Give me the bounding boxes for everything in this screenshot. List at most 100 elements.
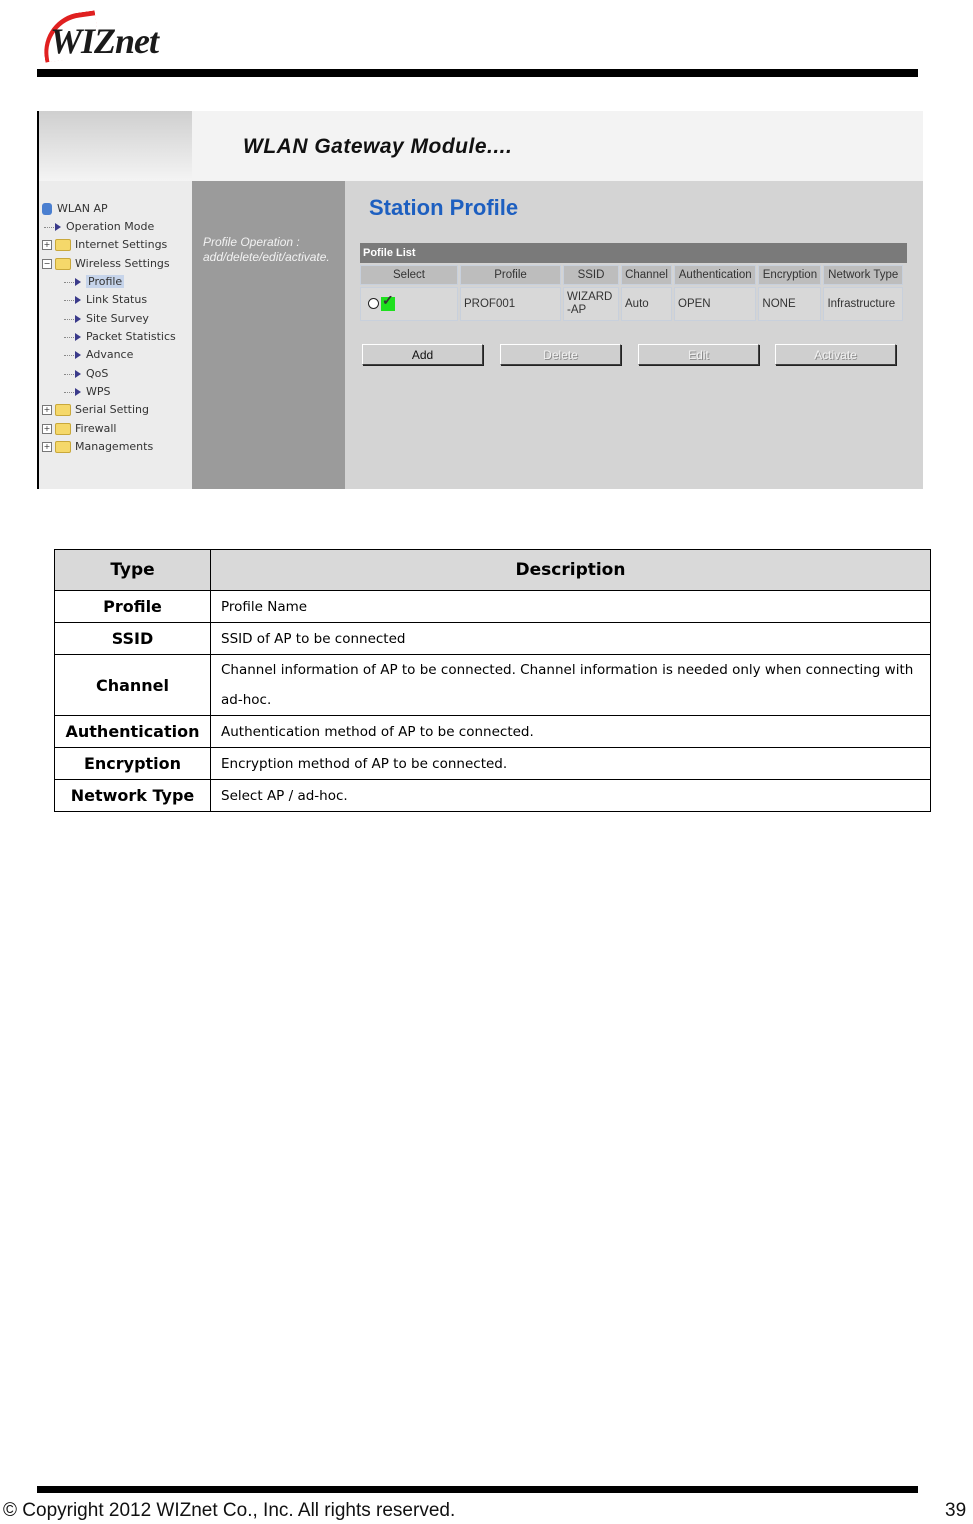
table-row[interactable]: PROF001 WIZARD-AP Auto OPEN NONE Infrast…	[360, 287, 903, 321]
col-ssid: SSID	[563, 265, 619, 285]
nav-item-advance[interactable]: Advance	[64, 347, 133, 363]
col-encryption: Encryption	[758, 265, 822, 285]
tree-root[interactable]: WLAN AP	[42, 201, 108, 217]
nav-item-wps[interactable]: WPS	[64, 384, 111, 400]
nav-item-managements[interactable]: + Managements	[42, 439, 153, 455]
nav-label: WPS	[86, 385, 111, 398]
desc-type: Authentication	[54, 715, 211, 748]
table-row: Encryption Encryption method of AP to be…	[54, 747, 931, 780]
col-select: Select	[360, 265, 458, 285]
expand-plus-icon[interactable]: +	[42, 442, 52, 452]
network-type-cell: Infrastructure	[823, 287, 903, 321]
desc-type: SSID	[54, 622, 211, 655]
nav-item-qos[interactable]: QoS	[64, 366, 108, 382]
table-row: Channel Channel information of AP to be …	[54, 654, 931, 716]
nav-item-site-survey[interactable]: Site Survey	[64, 311, 149, 327]
nav-label: Link Status	[86, 293, 148, 306]
banner-left	[39, 111, 192, 181]
desc-text: Select AP / ad-hoc.	[210, 779, 931, 812]
arrow-right-icon	[75, 370, 81, 378]
arrow-right-icon	[75, 351, 81, 359]
nav-label: QoS	[86, 367, 109, 380]
nav-item-packet-statistics[interactable]: Packet Statistics	[64, 329, 176, 345]
desc-text: SSID of AP to be connected	[210, 622, 931, 655]
profile-table: Select Profile SSID Channel Authenticati…	[358, 263, 905, 323]
desc-header-row: Type Description	[54, 549, 931, 591]
banner-title: WLAN Gateway Module....	[243, 135, 513, 158]
desc-text: Profile Name	[210, 590, 931, 623]
col-channel: Channel	[621, 265, 673, 285]
tree-connector	[64, 391, 74, 393]
network-icon	[42, 203, 52, 215]
select-radio[interactable]	[368, 298, 379, 310]
collapse-minus-icon[interactable]: −	[42, 259, 52, 269]
add-button[interactable]: Add	[362, 344, 483, 365]
edit-button[interactable]: Edit	[638, 344, 759, 365]
desc-text: Authentication method of AP to be connec…	[210, 715, 931, 748]
nav-item-firewall[interactable]: + Firewall	[42, 421, 116, 437]
nav-item-operation-mode[interactable]: Operation Mode	[44, 219, 154, 235]
channel-cell: Auto	[621, 287, 673, 321]
desc-type: Profile	[54, 590, 211, 623]
note-line: Profile Operation :	[203, 235, 300, 249]
desc-header-type: Type	[54, 549, 211, 591]
expand-plus-icon[interactable]: +	[42, 424, 52, 434]
nav-label: Packet Statistics	[86, 330, 176, 343]
nav-item-internet-settings[interactable]: + Internet Settings	[42, 237, 167, 253]
folder-open-icon	[55, 258, 71, 270]
wlan-gateway-screenshot: WLAN Gateway Module.... WLAN AP Operatio…	[37, 111, 923, 489]
profile-cell: PROF001	[460, 287, 561, 321]
expand-plus-icon[interactable]: +	[42, 240, 52, 250]
encryption-cell: NONE	[758, 287, 822, 321]
folder-icon	[55, 423, 71, 435]
authentication-cell: OPEN	[674, 287, 757, 321]
expand-plus-icon[interactable]: +	[42, 405, 52, 415]
header-divider	[37, 69, 918, 77]
desc-text: Encryption method of AP to be connected.	[210, 747, 931, 780]
nav-label: Wireless Settings	[75, 257, 170, 270]
ssid-cell: WIZARD-AP	[563, 287, 619, 321]
col-network-type: Network Type	[823, 265, 903, 285]
desc-header-description: Description	[210, 549, 931, 591]
active-check-icon	[381, 294, 395, 311]
nav-label: Operation Mode	[66, 220, 155, 233]
tree-connector	[64, 373, 74, 375]
desc-type: Network Type	[54, 779, 211, 812]
arrow-right-icon	[75, 296, 81, 304]
arrow-right-icon	[75, 278, 81, 286]
page-number: 39	[945, 1500, 967, 1521]
activate-button[interactable]: Activate	[775, 344, 896, 365]
table-row: SSID SSID of AP to be connected	[54, 622, 931, 655]
tree-connector	[44, 226, 54, 228]
table-row: Authentication Authentication method of …	[54, 715, 931, 748]
profile-list: Pofile List Select Profile SSID Channel …	[360, 243, 907, 323]
tree-root-label: WLAN AP	[57, 202, 108, 215]
nav-label: Managements	[75, 440, 154, 453]
profile-list-title: Pofile List	[360, 243, 907, 263]
desc-type: Encryption	[54, 747, 211, 780]
logo-text: WIZnet	[50, 21, 159, 61]
wiznet-logo: WIZnet	[38, 10, 198, 63]
copyright-text: © Copyright 2012 WIZnet Co., Inc. All ri…	[3, 1500, 456, 1521]
nav-tree-panel: WLAN AP Operation Mode + Internet Setting…	[39, 181, 192, 489]
nav-label: Firewall	[75, 422, 117, 435]
nav-item-wireless-settings[interactable]: − Wireless Settings	[42, 256, 170, 272]
nav-item-link-status[interactable]: Link Status	[64, 292, 147, 308]
content-area: Station Profile Pofile List Select Profi…	[345, 181, 923, 489]
info-column: Profile Operation : add/delete/edit/acti…	[192, 181, 345, 489]
select-cell	[360, 287, 458, 321]
folder-icon	[55, 441, 71, 453]
nav-item-serial-setting[interactable]: + Serial Setting	[42, 402, 149, 418]
profile-table-header: Select Profile SSID Channel Authenticati…	[360, 265, 903, 285]
arrow-right-icon	[55, 223, 61, 231]
desc-text: Channel information of AP to be connecte…	[210, 654, 931, 716]
arrow-right-icon	[75, 333, 81, 341]
tree-connector	[64, 281, 74, 283]
delete-button[interactable]: Delete	[500, 344, 621, 365]
nav-item-profile[interactable]: Profile	[64, 274, 125, 290]
tree-connector	[64, 336, 74, 338]
tree-connector	[64, 354, 74, 356]
nav-label: Site Survey	[86, 312, 149, 325]
note-line: add/delete/edit/activate.	[203, 250, 330, 264]
folder-icon	[55, 239, 71, 251]
